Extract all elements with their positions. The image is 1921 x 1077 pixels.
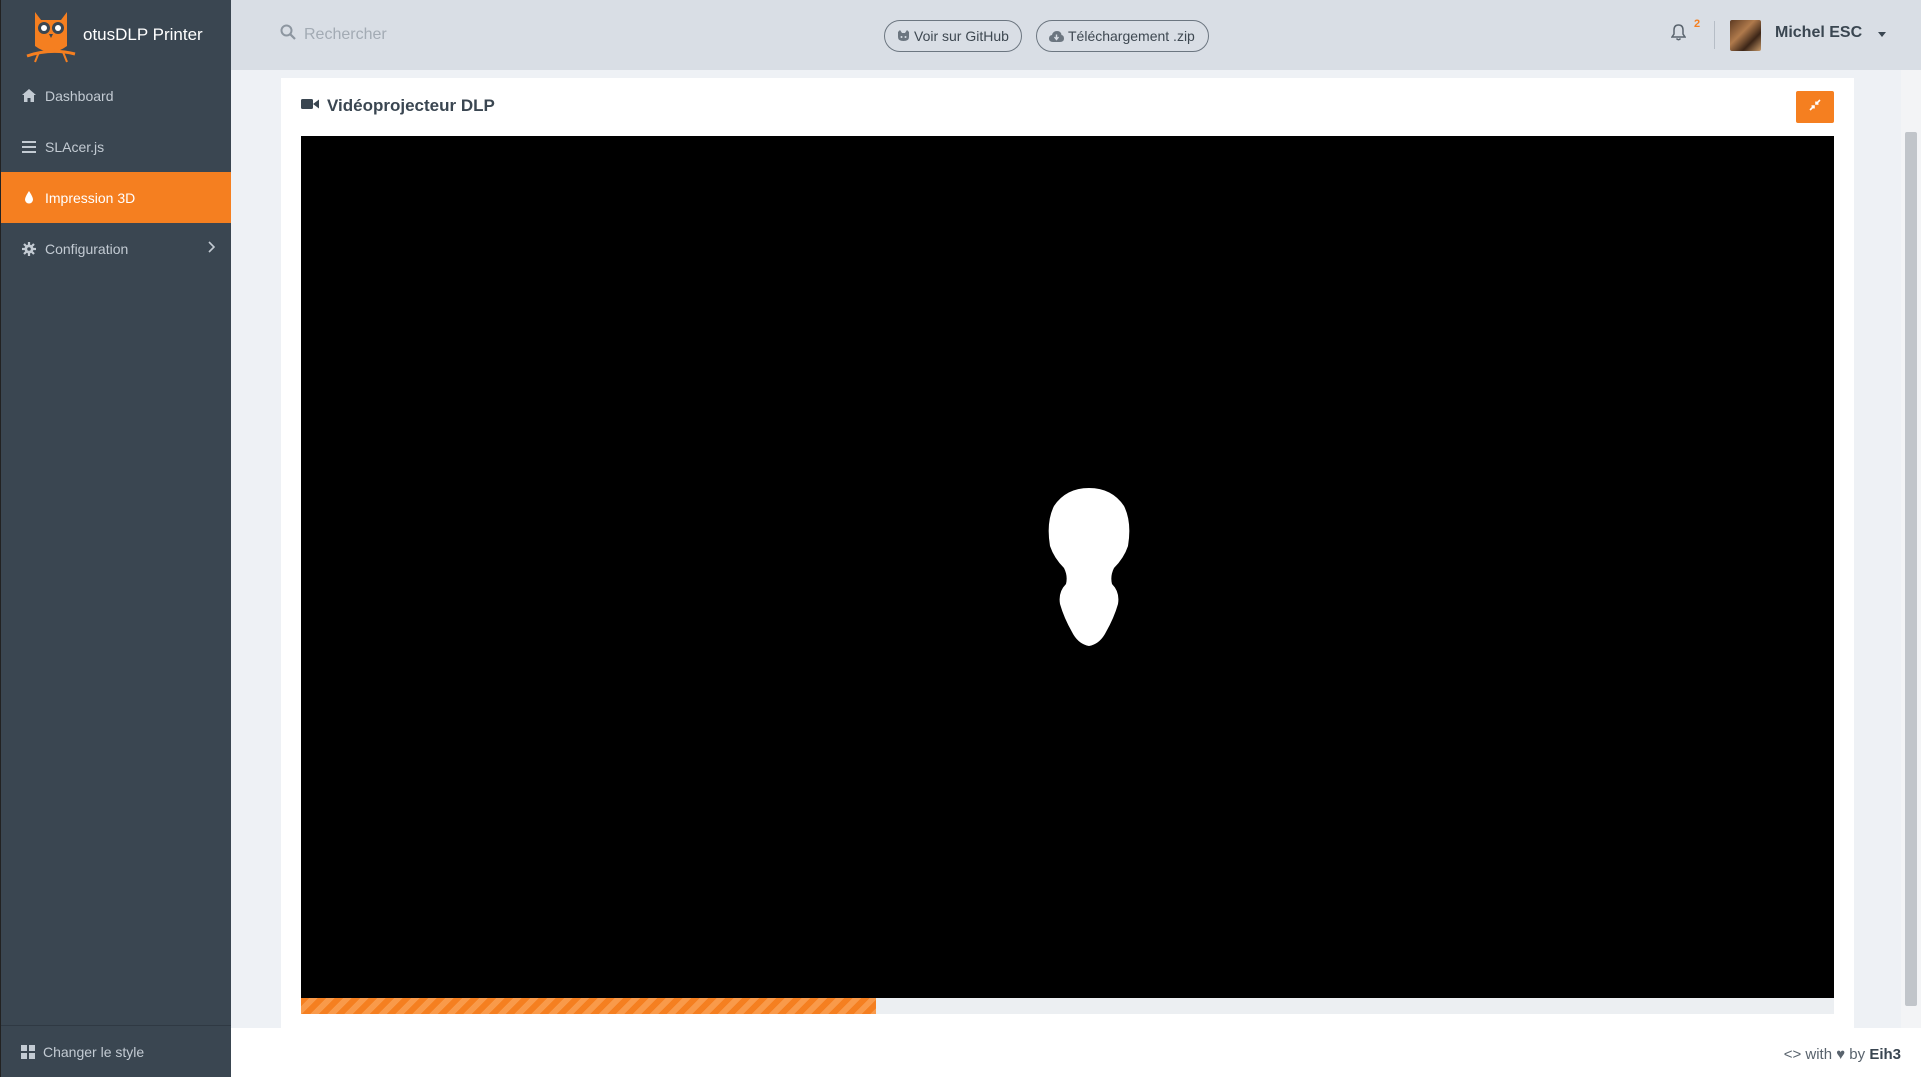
user-name[interactable]: Michel ESC <box>1775 24 1862 42</box>
change-style-button[interactable]: Changer le style <box>1 1025 231 1077</box>
bell-icon[interactable] <box>1670 24 1687 46</box>
sidebar: otusDLP Printer Dashboard SLAcer.js Impr… <box>0 0 231 1077</box>
search-icon <box>280 24 296 45</box>
download-zip-button[interactable]: Téléchargement .zip <box>1036 20 1209 52</box>
caret-down-icon[interactable] <box>1878 32 1886 37</box>
sidebar-item-label: SLAcer.js <box>45 138 105 155</box>
sidebar-item-label: Configuration <box>45 240 129 257</box>
list-icon <box>21 139 37 155</box>
brand[interactable]: otusDLP Printer <box>1 0 231 70</box>
projector-screen <box>301 136 1834 998</box>
download-zip-label: Téléchargement .zip <box>1068 28 1195 44</box>
github-icon <box>897 30 910 42</box>
scrollbar[interactable] <box>1901 70 1921 1028</box>
avatar[interactable] <box>1730 20 1761 51</box>
divider <box>1714 21 1715 49</box>
change-style-label: Changer le style <box>43 1043 145 1060</box>
sidebar-item-dashboard[interactable]: Dashboard <box>1 70 231 121</box>
compress-icon <box>1809 98 1821 116</box>
sidebar-item-slacer[interactable]: SLAcer.js <box>1 121 231 172</box>
search-box <box>280 24 524 45</box>
panel-header: Vidéoprojecteur DLP <box>301 96 495 116</box>
footer: <> with ♥ by Eih3 <box>231 1028 1921 1077</box>
cloud-download-icon <box>1049 30 1064 42</box>
sidebar-item-impression-3d[interactable]: Impression 3D <box>1 172 231 223</box>
topbar: Voir sur GitHub Téléchargement .zip 2 Mi… <box>231 0 1921 70</box>
sidebar-item-label: Dashboard <box>45 87 114 104</box>
search-input[interactable] <box>304 25 524 44</box>
sidebar-item-configuration[interactable]: Configuration <box>1 223 231 274</box>
grid-icon <box>21 1044 35 1059</box>
projector-panel: Vidéoprojecteur DLP <box>281 78 1854 1028</box>
home-icon <box>21 88 37 104</box>
video-camera-icon <box>301 97 319 115</box>
print-progress-fill <box>301 998 876 1014</box>
print-progress-bar <box>301 998 1834 1014</box>
footer-author[interactable]: Eih3 <box>1869 1046 1901 1063</box>
gear-icon <box>21 241 37 257</box>
github-button[interactable]: Voir sur GitHub <box>884 20 1022 52</box>
notification-count-badge: 2 <box>1694 18 1701 30</box>
app-title: otusDLP Printer <box>83 25 203 44</box>
owl-logo-icon <box>26 12 76 63</box>
chevron-right-icon <box>208 240 216 256</box>
sidebar-item-label: Impression 3D <box>45 189 136 206</box>
github-button-label: Voir sur GitHub <box>914 28 1009 44</box>
print-layer-image <box>1048 488 1130 646</box>
compress-button[interactable] <box>1796 91 1834 123</box>
footer-credit-prefix: <> with ♥ by <box>1783 1046 1866 1063</box>
scrollbar-thumb[interactable] <box>1905 132 1917 1006</box>
footer-credit: <> with ♥ by Eih3 <box>1784 1046 1901 1063</box>
panel-title: Vidéoprojecteur DLP <box>327 96 495 115</box>
drop-icon <box>21 190 37 206</box>
